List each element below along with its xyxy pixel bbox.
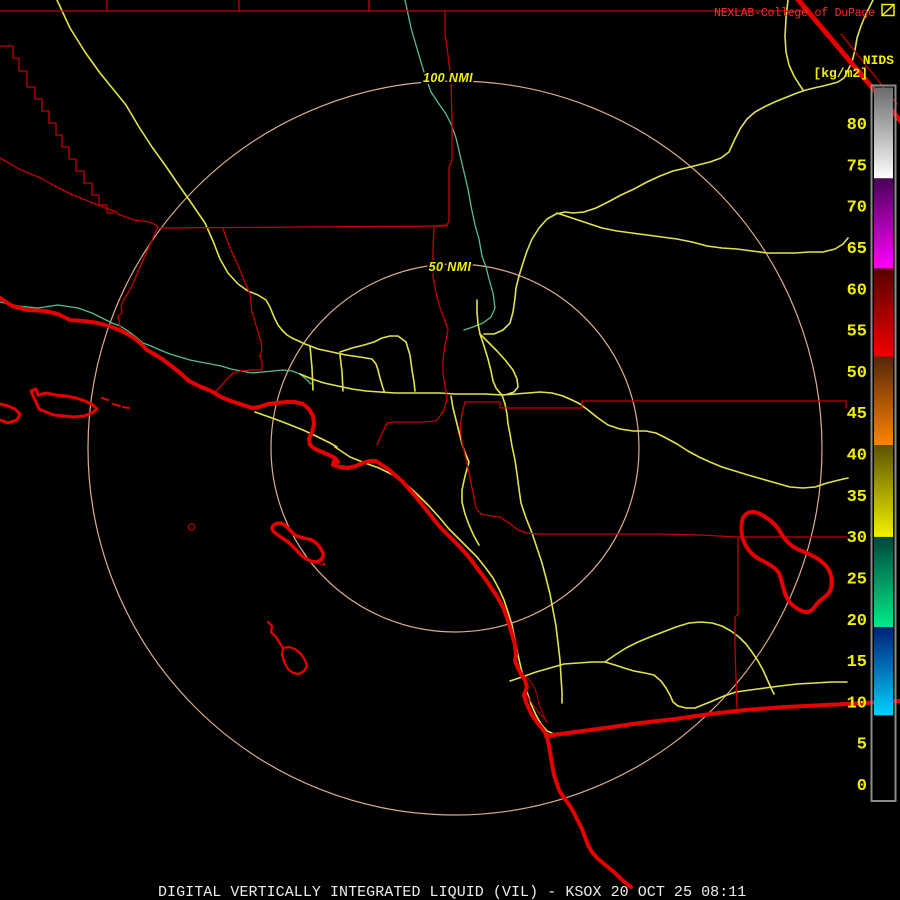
colorbar-tick-55: 55 — [847, 323, 867, 342]
colorbar-tick-60: 60 — [847, 281, 867, 300]
colorbar-tick-30: 30 — [847, 529, 867, 548]
radar-product-screen: NEXLAB-College of DuPage NIDS [kg/m2] 10… — [0, 0, 900, 900]
brand-text: NEXLAB-College of DuPage — [714, 7, 875, 20]
colorbar-tick-75: 75 — [847, 157, 867, 176]
colorbar-segment-gray — [874, 87, 893, 179]
colorbar-tick-25: 25 — [847, 570, 867, 589]
outer-ring-label: 100 NMI — [423, 71, 473, 85]
colorbar-segment-orange — [874, 356, 893, 446]
colorbar-tick-15: 15 — [847, 653, 867, 672]
colorbar-tick-65: 65 — [847, 240, 867, 259]
radar-map-canvas: NEXLAB-College of DuPage NIDS [kg/m2] 10… — [0, 0, 900, 900]
units-label: [kg/m2] — [813, 66, 868, 81]
colorbar-tick-5: 5 — [857, 736, 867, 755]
background — [0, 0, 900, 900]
colorbar-tick-45: 45 — [847, 405, 867, 424]
colorbar-segment-red — [874, 268, 893, 357]
colorbar-tick-80: 80 — [847, 116, 867, 135]
colorbar-tick-50: 50 — [847, 364, 867, 383]
colorbar-segment-blue — [874, 627, 893, 716]
colorbar-tick-35: 35 — [847, 488, 867, 507]
product-caption: DIGITAL VERTICALLY INTEGRATED LIQUID (VI… — [158, 884, 746, 900]
colorbar-segment-magenta — [874, 178, 893, 269]
colorbar-tick-70: 70 — [847, 199, 867, 218]
colorbar-tick-10: 10 — [847, 694, 867, 713]
colorbar-segment-teal — [874, 536, 893, 628]
colorbar-tick-0: 0 — [857, 777, 867, 796]
colorbar-segment-black — [874, 715, 893, 800]
inner-ring-label: 50 NMI — [429, 260, 472, 274]
colorbar-segment-yellow — [874, 445, 893, 537]
colorbar-tick-20: 20 — [847, 612, 867, 631]
colorbar-tick-40: 40 — [847, 447, 867, 466]
